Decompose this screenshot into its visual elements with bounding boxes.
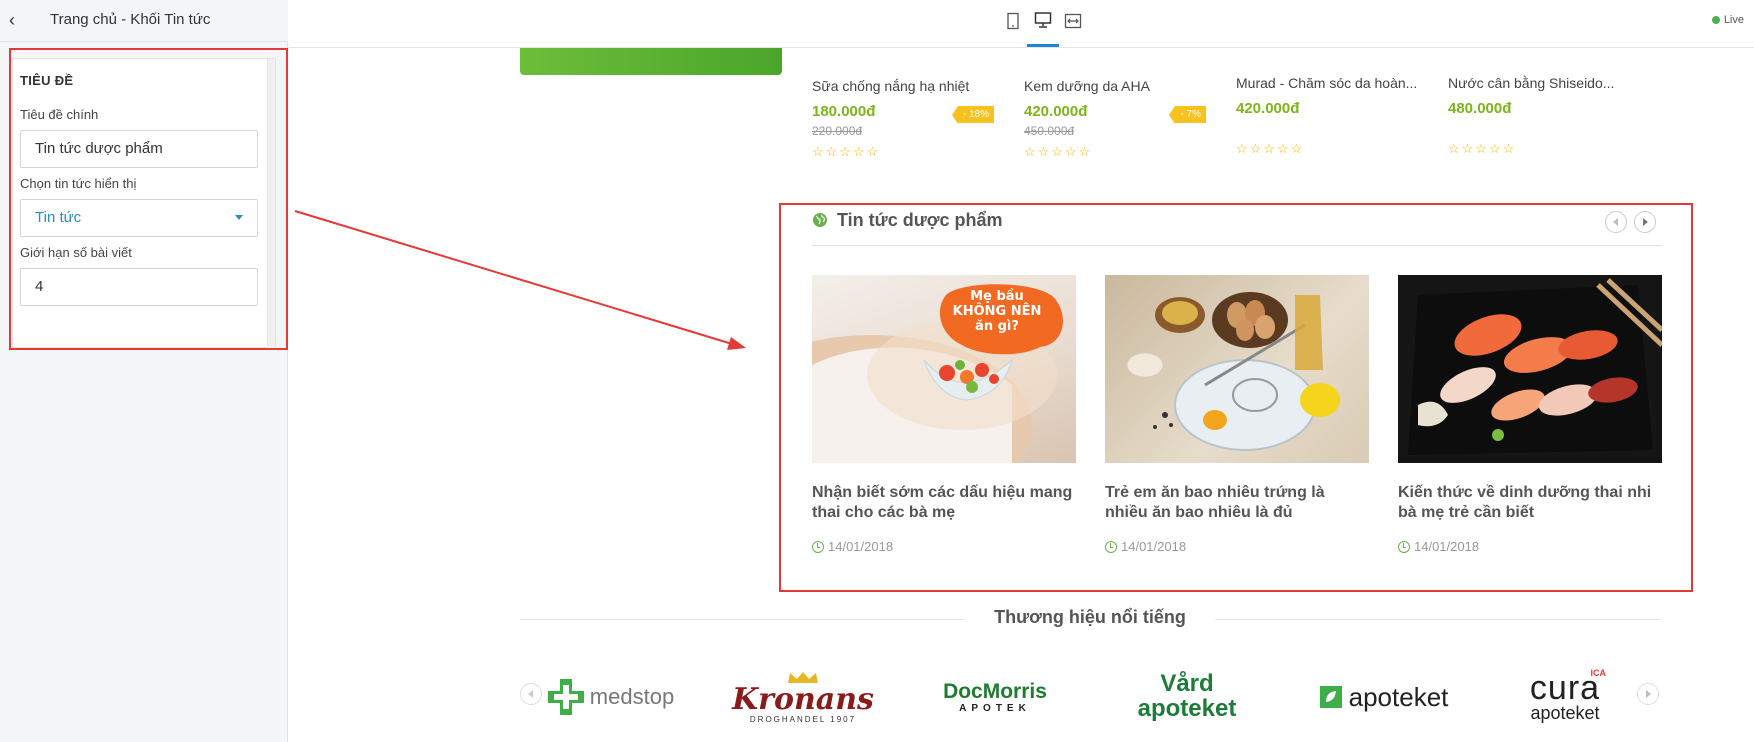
- product-card[interactable]: Nước cân bằng Shiseido... 480.000đ ☆☆☆☆☆: [1448, 75, 1638, 157]
- brands-title: Thương hiệu nổi tiếng: [994, 607, 1186, 627]
- product-name[interactable]: Sữa chống nắng hạ nhiệt: [812, 78, 1002, 94]
- product-card[interactable]: Sữa chống nắng hạ nhiệt 180.000đ 220.000…: [812, 78, 1002, 160]
- brand-logo-cura[interactable]: ICA cura apoteket: [1510, 668, 1620, 726]
- brand-logo-vard-apoteket[interactable]: Vård apoteket: [1122, 668, 1252, 726]
- brand-logo-apoteket[interactable]: apoteket: [1302, 668, 1462, 726]
- brands-prev-button[interactable]: [520, 683, 542, 705]
- rating-stars-icon: ☆☆☆☆☆: [1236, 141, 1305, 156]
- desktop-icon[interactable]: [1034, 11, 1052, 29]
- medstop-cross-icon: [547, 679, 584, 715]
- brand-subtitle: DROGHANDEL 1907: [749, 714, 857, 724]
- back-arrow-icon[interactable]: ‹: [4, 10, 20, 30]
- highlight-box-news: [779, 203, 1693, 592]
- discount-badge: - 7%: [1169, 106, 1206, 124]
- fullwidth-icon[interactable]: [1064, 12, 1082, 30]
- chevron-right-icon: [1646, 690, 1651, 698]
- brand-name: Kronans: [732, 681, 874, 717]
- product-price: 480.000đ: [1448, 100, 1512, 117]
- product-old-price: 450.000đ: [1024, 124, 1075, 138]
- annotation-arrow-icon: [294, 210, 746, 350]
- product-card[interactable]: Murad - Chăm sóc da hoàn... 420.000đ ☆☆☆…: [1236, 75, 1426, 157]
- brand-subtitle: APOTEK: [959, 702, 1031, 714]
- settings-sidebar: ‹ Trang chủ - Khối Tin tức TIÊU ĐỀ Tiêu …: [0, 0, 288, 742]
- live-dot-icon: [1711, 16, 1720, 24]
- brands-header: Thương hiệu nổi tiếng: [520, 605, 1660, 633]
- brand-name: Vård: [1160, 670, 1214, 697]
- rating-stars-icon: ☆☆☆☆☆: [1448, 141, 1517, 156]
- mobile-icon[interactable]: [1004, 12, 1022, 30]
- apoteket-leaf-icon: [1319, 686, 1342, 708]
- product-old-price: 220.000đ: [812, 124, 863, 138]
- brand-name: apoteket: [1348, 681, 1449, 712]
- product-name[interactable]: Murad - Chăm sóc da hoàn...: [1236, 75, 1426, 91]
- chevron-left-icon: [528, 690, 533, 698]
- highlight-box-sidebar: [9, 48, 288, 350]
- product-price: 420.000đ: [1236, 100, 1300, 117]
- sidebar-title: Trang chủ - Khối Tin tức: [50, 11, 211, 28]
- promo-banner[interactable]: [520, 48, 782, 75]
- brand-subtitle: apoteket: [1137, 695, 1237, 722]
- brand-name: DocMorris: [943, 679, 1047, 703]
- brand-logo-docmorris[interactable]: DocMorris APOTEK: [920, 668, 1070, 726]
- brand-tag: ICA: [1590, 668, 1607, 678]
- device-toolbar: Live: [289, 0, 1754, 48]
- sidebar-header: ‹ Trang chủ - Khối Tin tức: [0, 0, 288, 42]
- rating-stars-icon: ☆☆☆☆☆: [812, 144, 881, 159]
- product-card[interactable]: Kem dưỡng da AHA 420.000đ 450.000đ ☆☆☆☆☆…: [1024, 78, 1214, 160]
- active-device-indicator: [1027, 44, 1059, 47]
- live-label: Live: [1723, 14, 1744, 26]
- rating-stars-icon: ☆☆☆☆☆: [1024, 144, 1093, 159]
- brand-logo-kronans[interactable]: Kronans DROGHANDEL 1907: [728, 668, 878, 726]
- brand-subtitle: apoteket: [1530, 703, 1600, 723]
- brand-logo-medstop[interactable]: medstop: [545, 668, 675, 726]
- live-status[interactable]: Live: [1711, 14, 1744, 26]
- brands-next-button[interactable]: [1637, 683, 1659, 705]
- product-name[interactable]: Kem dưỡng da AHA: [1024, 78, 1214, 94]
- product-name[interactable]: Nước cân bằng Shiseido...: [1448, 75, 1638, 91]
- discount-badge: - 18%: [951, 106, 994, 124]
- brand-name: medstop: [589, 684, 675, 709]
